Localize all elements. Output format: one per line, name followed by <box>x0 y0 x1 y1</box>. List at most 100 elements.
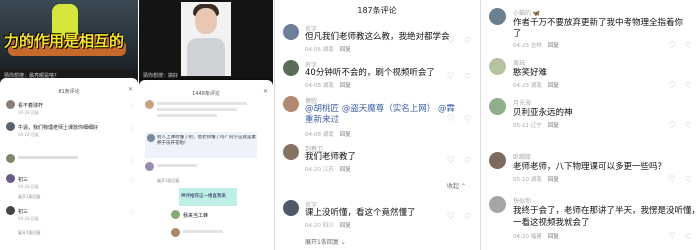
mention-link[interactable]: @盗天魔尊（实名上网） <box>342 104 436 114</box>
avatar[interactable] <box>283 24 299 40</box>
reply-button[interactable]: 回复 <box>31 184 39 189</box>
comment-meta: 04-06 湖南 回复 <box>305 47 351 53</box>
expand-replies[interactable]: 展开1条回复 <box>157 178 180 184</box>
avatar[interactable] <box>6 174 15 183</box>
avatar[interactable] <box>283 60 299 76</box>
dislike-icon[interactable]: ♡ <box>685 41 692 50</box>
mention-link[interactable]: @胡桃匠 <box>305 104 342 114</box>
reply-button[interactable]: 回复 <box>31 132 39 137</box>
comment-item: 名字 40分钟听不会的，刷个视频听会了 04-08 湖南 回复 ♡ ♡ <box>283 60 473 90</box>
comment-count: 187条评论 <box>357 6 397 15</box>
comment-item: 初三 04-28 回复 ♡ <box>6 174 134 192</box>
comment-panel-3: 187条评论 名字 但凡我们老师教这么教，我绝对都学会 04-06 湖南 回复 ♡… <box>274 0 479 250</box>
avatar[interactable] <box>171 210 180 219</box>
reply-button[interactable]: 回复 <box>340 223 351 229</box>
reply-button[interactable]: 回复 <box>548 177 559 183</box>
comment-sheet: 81条评论 ✕ 看不着球杆 04-28 回复 ♡ 牛逼，我们物理老师上课放你细细… <box>0 78 138 250</box>
avatar[interactable] <box>489 152 506 169</box>
dislike-icon[interactable]: ♡ <box>464 156 471 165</box>
heart-outline-icon[interactable]: ♡ <box>129 157 134 164</box>
heart-outline-icon[interactable]: ♡ <box>668 41 676 51</box>
dislike-icon[interactable]: ♡ <box>685 175 692 184</box>
avatar[interactable] <box>6 206 15 215</box>
comment-meta: 04-20 江苏 回复 <box>305 167 351 173</box>
avatar[interactable] <box>489 8 506 25</box>
heart-outline-icon[interactable]: ♡ <box>447 212 455 222</box>
comment-text: 牛逼，我们物理老师上课放你细细好 <box>18 125 99 131</box>
username[interactable]: 卧踢膝 <box>513 152 531 161</box>
video-frame[interactable]: 力的作用是相互的 <box>0 0 138 70</box>
reply-button[interactable]: 回复 <box>340 167 351 173</box>
reply-button[interactable]: 回复 <box>548 43 559 49</box>
avatar[interactable] <box>489 58 506 75</box>
dislike-icon[interactable]: ♡ <box>464 212 471 221</box>
avatar[interactable] <box>145 162 154 171</box>
reply-highlight: 神评推荐这一楼喜我来 <box>179 188 237 206</box>
dislike-icon[interactable]: ♡ <box>685 81 692 90</box>
avatar[interactable] <box>145 100 154 109</box>
reply-button[interactable]: 回复 <box>31 216 39 221</box>
username[interactable]: 月光海 <box>513 98 531 107</box>
comment-count: 81条评论 <box>58 89 80 95</box>
comment-text: 我们老师教了 <box>305 152 357 162</box>
expand-replies[interactable]: 展开1条回复 ⌄ <box>305 237 346 246</box>
heart-outline-icon[interactable]: ♡ <box>129 125 134 132</box>
collapse-button[interactable]: 收起 ⌃ <box>447 181 466 190</box>
comment-item: 小猫的 🦋 作者千万不要放弃更新了我中考物理全指着你了 04-23 吉林 回复 ♡… <box>489 8 694 52</box>
heart-outline-icon[interactable]: ♡ <box>129 103 134 110</box>
reply-button[interactable]: 回复 <box>340 132 351 138</box>
dislike-icon[interactable]: ♡ <box>464 72 471 81</box>
heart-outline-icon[interactable]: ♡ <box>447 156 455 166</box>
comment-text-placeholder <box>157 108 237 111</box>
comment-meta: 04-28 回复 <box>18 110 39 115</box>
heart-outline-icon[interactable]: ♡ <box>129 209 134 216</box>
reply-button[interactable]: 回复 <box>31 110 39 115</box>
avatar[interactable] <box>489 196 506 213</box>
heart-outline-icon[interactable]: ♡ <box>668 232 676 242</box>
heart-outline-icon[interactable]: ♡ <box>447 114 455 124</box>
reply-button[interactable]: 回复 <box>340 47 351 53</box>
avatar[interactable] <box>283 96 299 112</box>
close-icon[interactable]: ✕ <box>263 88 268 95</box>
username[interactable]: 快似你 <box>513 196 531 205</box>
comment-text: 憨笑好难 <box>513 68 548 78</box>
heart-outline-icon[interactable]: ♡ <box>668 175 676 185</box>
heart-outline-icon[interactable]: ♡ <box>447 36 455 46</box>
avatar[interactable] <box>283 200 299 216</box>
heart-outline-icon[interactable]: ♡ <box>668 81 676 91</box>
dislike-icon[interactable]: ♡ <box>685 232 692 241</box>
video-caption: 力的作用是相互的 <box>4 32 125 50</box>
search-suggestion[interactable]: 猜你想搜：搞好 <box>143 72 178 79</box>
avatar[interactable] <box>6 154 15 163</box>
comment-meta: 04-28 回复 <box>18 132 39 137</box>
comment-sheet: 1448条评论 ✕ 别人上课听懂了吧，他老师懂了吗？同学这就是素养于乐开花啦! … <box>139 80 273 250</box>
dislike-icon[interactable]: ♡ <box>685 121 692 130</box>
comment-text: 初三 <box>18 177 29 183</box>
close-icon[interactable]: ✕ <box>128 86 133 93</box>
avatar[interactable] <box>489 98 506 115</box>
dislike-icon[interactable]: ♡ <box>464 114 471 123</box>
dislike-icon[interactable]: ♡ <box>464 36 471 45</box>
shirt-shape <box>187 38 225 76</box>
username[interactable]: 小猫的 🦋 <box>513 8 540 17</box>
avatar[interactable] <box>6 122 15 131</box>
expand-replies[interactable]: 展开1条回复 <box>18 194 41 200</box>
avatar[interactable] <box>147 134 155 142</box>
username[interactable]: 周玩 <box>513 58 525 67</box>
reply-button[interactable]: 回复 <box>548 123 559 129</box>
heart-outline-icon[interactable]: ♡ <box>129 177 134 184</box>
heart-outline-icon[interactable]: ♡ <box>668 121 676 131</box>
video-frame[interactable] <box>139 0 273 78</box>
reply-button[interactable]: 回复 <box>340 83 351 89</box>
comment-meta: 05-10 湖南 回复 <box>513 177 559 183</box>
avatar[interactable] <box>6 100 15 109</box>
reply-button[interactable]: 回复 <box>548 234 559 240</box>
butterfly-icon: 🦋 <box>532 10 541 17</box>
comment-text-placeholder <box>157 164 197 167</box>
expand-replies[interactable]: 展开1条回复 <box>18 230 41 236</box>
reply-button[interactable]: 回复 <box>548 83 559 89</box>
avatar[interactable] <box>171 228 180 237</box>
heart-outline-icon[interactable]: ♡ <box>447 72 455 82</box>
highlighted-comment: 别人上课听懂了吧，他老师懂了吗？同学这就是素养于乐开花啦! <box>145 132 257 158</box>
avatar[interactable] <box>283 144 299 160</box>
